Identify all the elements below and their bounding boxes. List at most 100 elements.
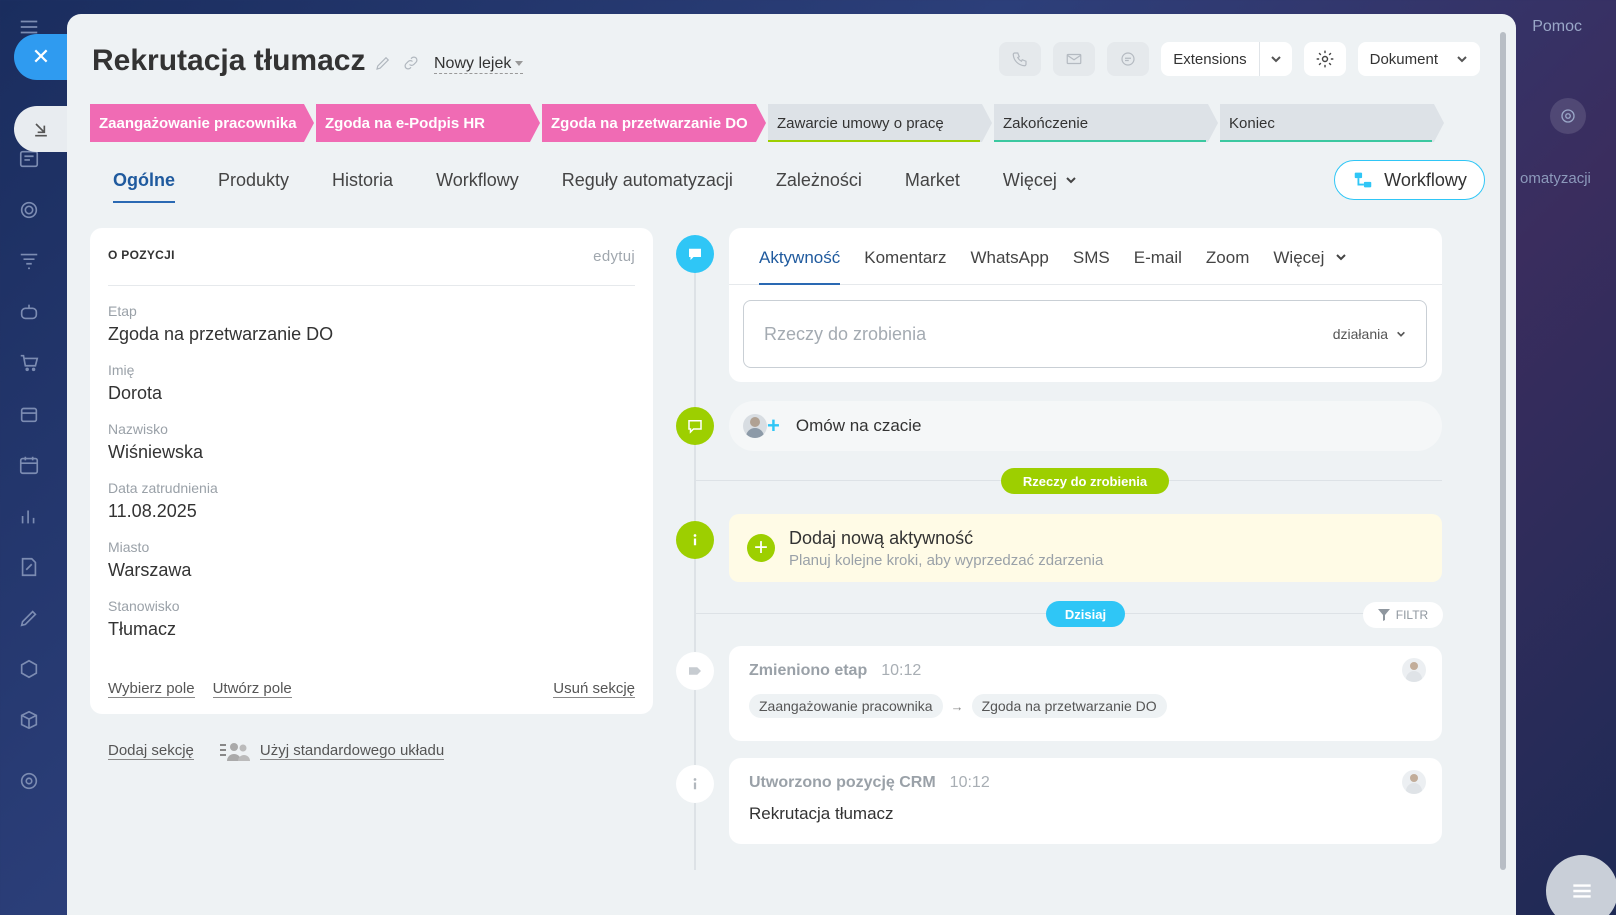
plus-circle-icon[interactable]: + — [747, 534, 775, 562]
stage-label: Zakończenie — [1003, 114, 1089, 132]
pencil-icon[interactable] — [374, 54, 392, 72]
funnel-label: Nowy lejek — [434, 55, 512, 72]
stage-4[interactable]: Zakończenie — [994, 104, 1218, 142]
chat-button[interactable] — [1107, 42, 1150, 76]
tab-products[interactable]: Produkty — [218, 170, 289, 203]
funnel-select[interactable]: Nowy lejek — [434, 55, 524, 74]
tag-icon — [676, 652, 714, 690]
chat-fab-button[interactable] — [1546, 855, 1616, 915]
help-link[interactable]: Pomoc — [1532, 18, 1582, 36]
avatar — [743, 414, 767, 438]
discuss-label: Omów na czacie — [795, 416, 922, 435]
background-text: omatyzacji — [1520, 170, 1591, 187]
filter-button[interactable]: FILTR — [1363, 602, 1443, 628]
edit-link[interactable]: edytuj — [593, 248, 635, 265]
tab-email[interactable]: E-mail — [1134, 248, 1182, 285]
target-icon[interactable] — [16, 197, 42, 223]
field-value: Wiśniewska — [108, 442, 204, 462]
activity-editor: Aktywność Komentarz WhatsApp SMS E-mail … — [729, 228, 1442, 382]
field-city[interactable]: Miasto Warszawa — [108, 539, 635, 581]
actions-dropdown[interactable]: działania — [1333, 326, 1406, 342]
tab-sms[interactable]: SMS — [1073, 248, 1110, 285]
workflows-button[interactable]: Workflowy — [1334, 160, 1485, 200]
info-icon — [676, 521, 714, 559]
close-icon: ✕ — [31, 44, 51, 69]
event-title: Zmieniono etap — [749, 662, 868, 679]
pen-icon[interactable] — [16, 605, 42, 631]
todo-input[interactable]: Rzeczy do zrobienia działania — [743, 300, 1427, 368]
close-slider-button[interactable]: ✕ — [14, 34, 68, 80]
choose-field-link[interactable]: Wybierz pole — [108, 680, 195, 698]
extensions-button[interactable]: Extensions — [1161, 42, 1292, 76]
event-time: 10:12 — [949, 774, 990, 791]
tab-automation[interactable]: Reguły automatyzacji — [562, 170, 733, 203]
tab-zoom[interactable]: Zoom — [1206, 248, 1249, 285]
discuss-in-chat-row[interactable]: + Omów na czacie — [729, 401, 1442, 451]
document-label: Dokument — [1369, 50, 1438, 68]
tab-activity[interactable]: Aktywność — [759, 248, 841, 285]
avatar[interactable] — [1402, 770, 1426, 794]
field-hire-date[interactable]: Data zatrudnienia 11.08.2025 — [108, 480, 635, 522]
stage-1[interactable]: Zgoda na e-Podpis HR — [316, 104, 540, 142]
sign-icon[interactable] — [16, 554, 42, 580]
settings-button[interactable] — [1303, 42, 1346, 76]
arrow-down-right-icon — [35, 123, 47, 137]
call-button[interactable] — [999, 42, 1042, 76]
page-title: Rekrutacja tłumacz — [92, 44, 366, 77]
tab-more-label: Więcej — [1273, 248, 1325, 267]
default-layout-link[interactable]: Użyj standardowego układu — [219, 741, 445, 761]
field-first-name[interactable]: Imię Dorota — [108, 362, 635, 404]
field-last-name[interactable]: Nazwisko Wiśniewska — [108, 421, 635, 463]
tab-general[interactable]: Ogólne — [113, 170, 175, 203]
caret-down-icon — [515, 61, 524, 67]
tab-dependencies[interactable]: Zależności — [776, 170, 862, 203]
analytics-icon[interactable] — [16, 503, 42, 529]
list-icon — [1573, 884, 1591, 898]
stage-label: Koniec — [1229, 114, 1275, 132]
details-title: O POZYCJI — [108, 248, 175, 262]
tab-workflows[interactable]: Workflowy — [436, 170, 519, 203]
comment-icon — [676, 235, 714, 273]
calendar-icon[interactable] — [16, 452, 42, 478]
filter-icon — [1377, 609, 1390, 621]
document-button[interactable]: Dokument — [1357, 42, 1480, 76]
cart-icon[interactable] — [16, 350, 42, 376]
tab-whatsapp[interactable]: WhatsApp — [970, 248, 1048, 285]
tab-history[interactable]: Historia — [332, 170, 393, 203]
tab-market[interactable]: Market — [905, 170, 960, 203]
tab-more[interactable]: Więcej — [1003, 170, 1077, 203]
field-stage[interactable]: Etap Zgoda na przetwarzanie DO — [108, 303, 635, 345]
stage-3[interactable]: Zawarcie umowy o pracę — [768, 104, 992, 142]
field-value: Warszawa — [108, 560, 192, 580]
robot-icon[interactable] — [16, 299, 42, 325]
add-section-link[interactable]: Dodaj sekcję — [108, 742, 194, 760]
phone-icon — [1012, 52, 1027, 67]
chevron-down-icon[interactable] — [1260, 53, 1292, 65]
funnel-icon[interactable] — [16, 248, 42, 274]
box-icon[interactable] — [16, 707, 42, 733]
store-icon[interactable] — [16, 401, 42, 427]
add-activity-title: Dodaj nową aktywność — [789, 527, 974, 548]
avatar[interactable] — [1402, 658, 1426, 682]
hexagon-icon[interactable] — [16, 656, 42, 682]
settings-icon[interactable] — [16, 768, 42, 794]
event-item-created: Utworzono pozycję CRM 10:12 Rekrutacja t… — [729, 758, 1442, 844]
field-position[interactable]: Stanowisko Tłumacz — [108, 598, 635, 640]
stage-underline — [1220, 140, 1432, 142]
scrollbar[interactable] — [1500, 32, 1506, 870]
add-activity-card[interactable]: + Dodaj nową aktywność Planuj kolejne kr… — [729, 514, 1442, 582]
envelope-icon — [1066, 53, 1082, 65]
minimize-slider-button[interactable] — [14, 106, 68, 152]
tab-comment[interactable]: Komentarz — [864, 248, 946, 285]
link-icon[interactable] — [402, 54, 420, 72]
email-button[interactable] — [1053, 42, 1096, 76]
remove-section-link[interactable]: Usuń sekcję — [553, 680, 635, 698]
stage-5[interactable]: Koniec — [1220, 104, 1444, 142]
activity-tabs: Aktywność Komentarz WhatsApp SMS E-mail … — [729, 228, 1442, 285]
stage-0[interactable]: Zaangażowanie pracownika — [90, 104, 314, 142]
tab-activity-more[interactable]: Więcej — [1273, 248, 1347, 285]
create-field-link[interactable]: Utwórz pole — [212, 680, 292, 698]
field-label: Data zatrudnienia — [108, 480, 218, 496]
stage-2[interactable]: Zgoda na przetwarzanie DO — [542, 104, 766, 142]
background-gear-icon[interactable] — [1550, 98, 1586, 134]
